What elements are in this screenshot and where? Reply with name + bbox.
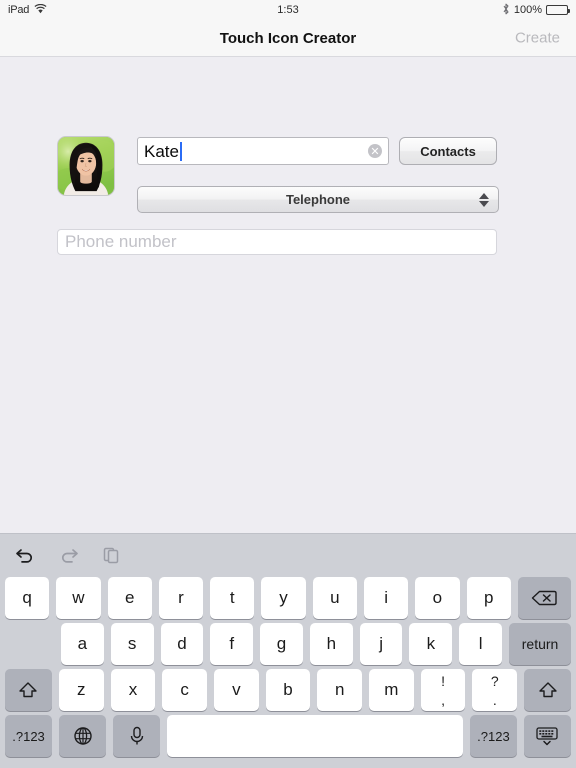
key-s[interactable]: s: [110, 623, 154, 665]
key-l[interactable]: l: [459, 623, 503, 665]
key-e[interactable]: e: [107, 577, 152, 619]
keyboard-toolbar: [0, 534, 576, 575]
key-v[interactable]: v: [213, 669, 259, 711]
name-input[interactable]: Kate ✕: [137, 137, 389, 165]
text-caret: [179, 141, 182, 161]
key-u[interactable]: u: [312, 577, 357, 619]
key-question-period[interactable]: ? .: [472, 669, 518, 711]
contact-type-value: Telephone: [285, 192, 351, 207]
paste-icon[interactable]: [102, 545, 122, 565]
key-g[interactable]: g: [260, 623, 303, 665]
key-exclam-comma[interactable]: ! ,: [420, 669, 466, 711]
contact-type-select[interactable]: Telephone: [137, 186, 499, 213]
key-question-label: ?: [490, 673, 499, 689]
key-o[interactable]: o: [415, 577, 460, 619]
key-q[interactable]: q: [5, 577, 50, 619]
key-n[interactable]: n: [317, 669, 363, 711]
key-y[interactable]: y: [261, 577, 306, 619]
key-p[interactable]: p: [466, 577, 511, 619]
contacts-button[interactable]: Contacts: [399, 137, 497, 165]
key-h[interactable]: h: [309, 623, 353, 665]
key-exclam-label: !: [441, 673, 446, 689]
shift-key-left[interactable]: [5, 669, 52, 711]
status-bar: iPad 1:53 100%: [0, 0, 576, 20]
status-bar-left: iPad: [8, 3, 47, 17]
phone-input[interactable]: Phone number: [57, 229, 497, 255]
return-key[interactable]: return: [509, 623, 572, 665]
status-bar-right: 100%: [502, 3, 570, 18]
keyboard-row-1: q w e r t y u i o p: [0, 575, 576, 621]
undo-icon[interactable]: [14, 546, 36, 564]
chevron-updown-icon: [479, 192, 489, 207]
nav-bar: Touch Icon Creator Create: [0, 20, 576, 57]
shift-key-right[interactable]: [524, 669, 572, 711]
backspace-icon[interactable]: [517, 577, 571, 619]
wifi-icon: [34, 3, 47, 17]
key-comma-label: ,: [441, 692, 446, 708]
key-f[interactable]: f: [210, 623, 254, 665]
key-r[interactable]: r: [158, 577, 204, 619]
avatar[interactable]: [57, 136, 115, 196]
key-t[interactable]: t: [210, 577, 255, 619]
key-b[interactable]: b: [265, 669, 311, 711]
redo-icon[interactable]: [58, 546, 80, 564]
globe-icon[interactable]: [59, 715, 107, 757]
onscreen-keyboard: q w e r t y u i o p a s d f g h j k l re…: [0, 533, 576, 768]
hide-keyboard-icon[interactable]: [523, 715, 571, 757]
keyboard-row-4: .?123 .?123: [0, 713, 576, 759]
key-m[interactable]: m: [369, 669, 414, 711]
name-input-value: Kate: [144, 141, 179, 161]
key-z[interactable]: z: [58, 669, 104, 711]
key-j[interactable]: j: [359, 623, 403, 665]
key-c[interactable]: c: [162, 669, 207, 711]
status-bar-time: 1:53: [277, 4, 299, 16]
battery-percent: 100%: [513, 4, 542, 16]
keyboard-row-2: a s d f g h j k l return: [0, 621, 576, 667]
key-w[interactable]: w: [56, 577, 101, 619]
device-name: iPad: [8, 4, 30, 16]
key-i[interactable]: i: [363, 577, 409, 619]
bluetooth-icon: [502, 3, 510, 18]
phone-input-placeholder: Phone number: [65, 232, 177, 251]
keyboard-row-3: z x c v b n m ! , ? .: [0, 667, 576, 713]
microphone-icon[interactable]: [113, 715, 161, 757]
key-d[interactable]: d: [160, 623, 204, 665]
create-button[interactable]: Create: [515, 30, 560, 47]
key-k[interactable]: k: [409, 623, 453, 665]
numeric-key-left[interactable]: .?123: [5, 715, 53, 757]
key-x[interactable]: x: [110, 669, 156, 711]
key-period-label: .: [492, 692, 497, 708]
key-a[interactable]: a: [61, 623, 104, 665]
battery-icon: [546, 5, 570, 15]
page-title: Touch Icon Creator: [219, 29, 357, 47]
clear-icon[interactable]: ✕: [368, 144, 382, 158]
space-key[interactable]: [167, 715, 463, 757]
numeric-key-right[interactable]: .?123: [469, 715, 517, 757]
